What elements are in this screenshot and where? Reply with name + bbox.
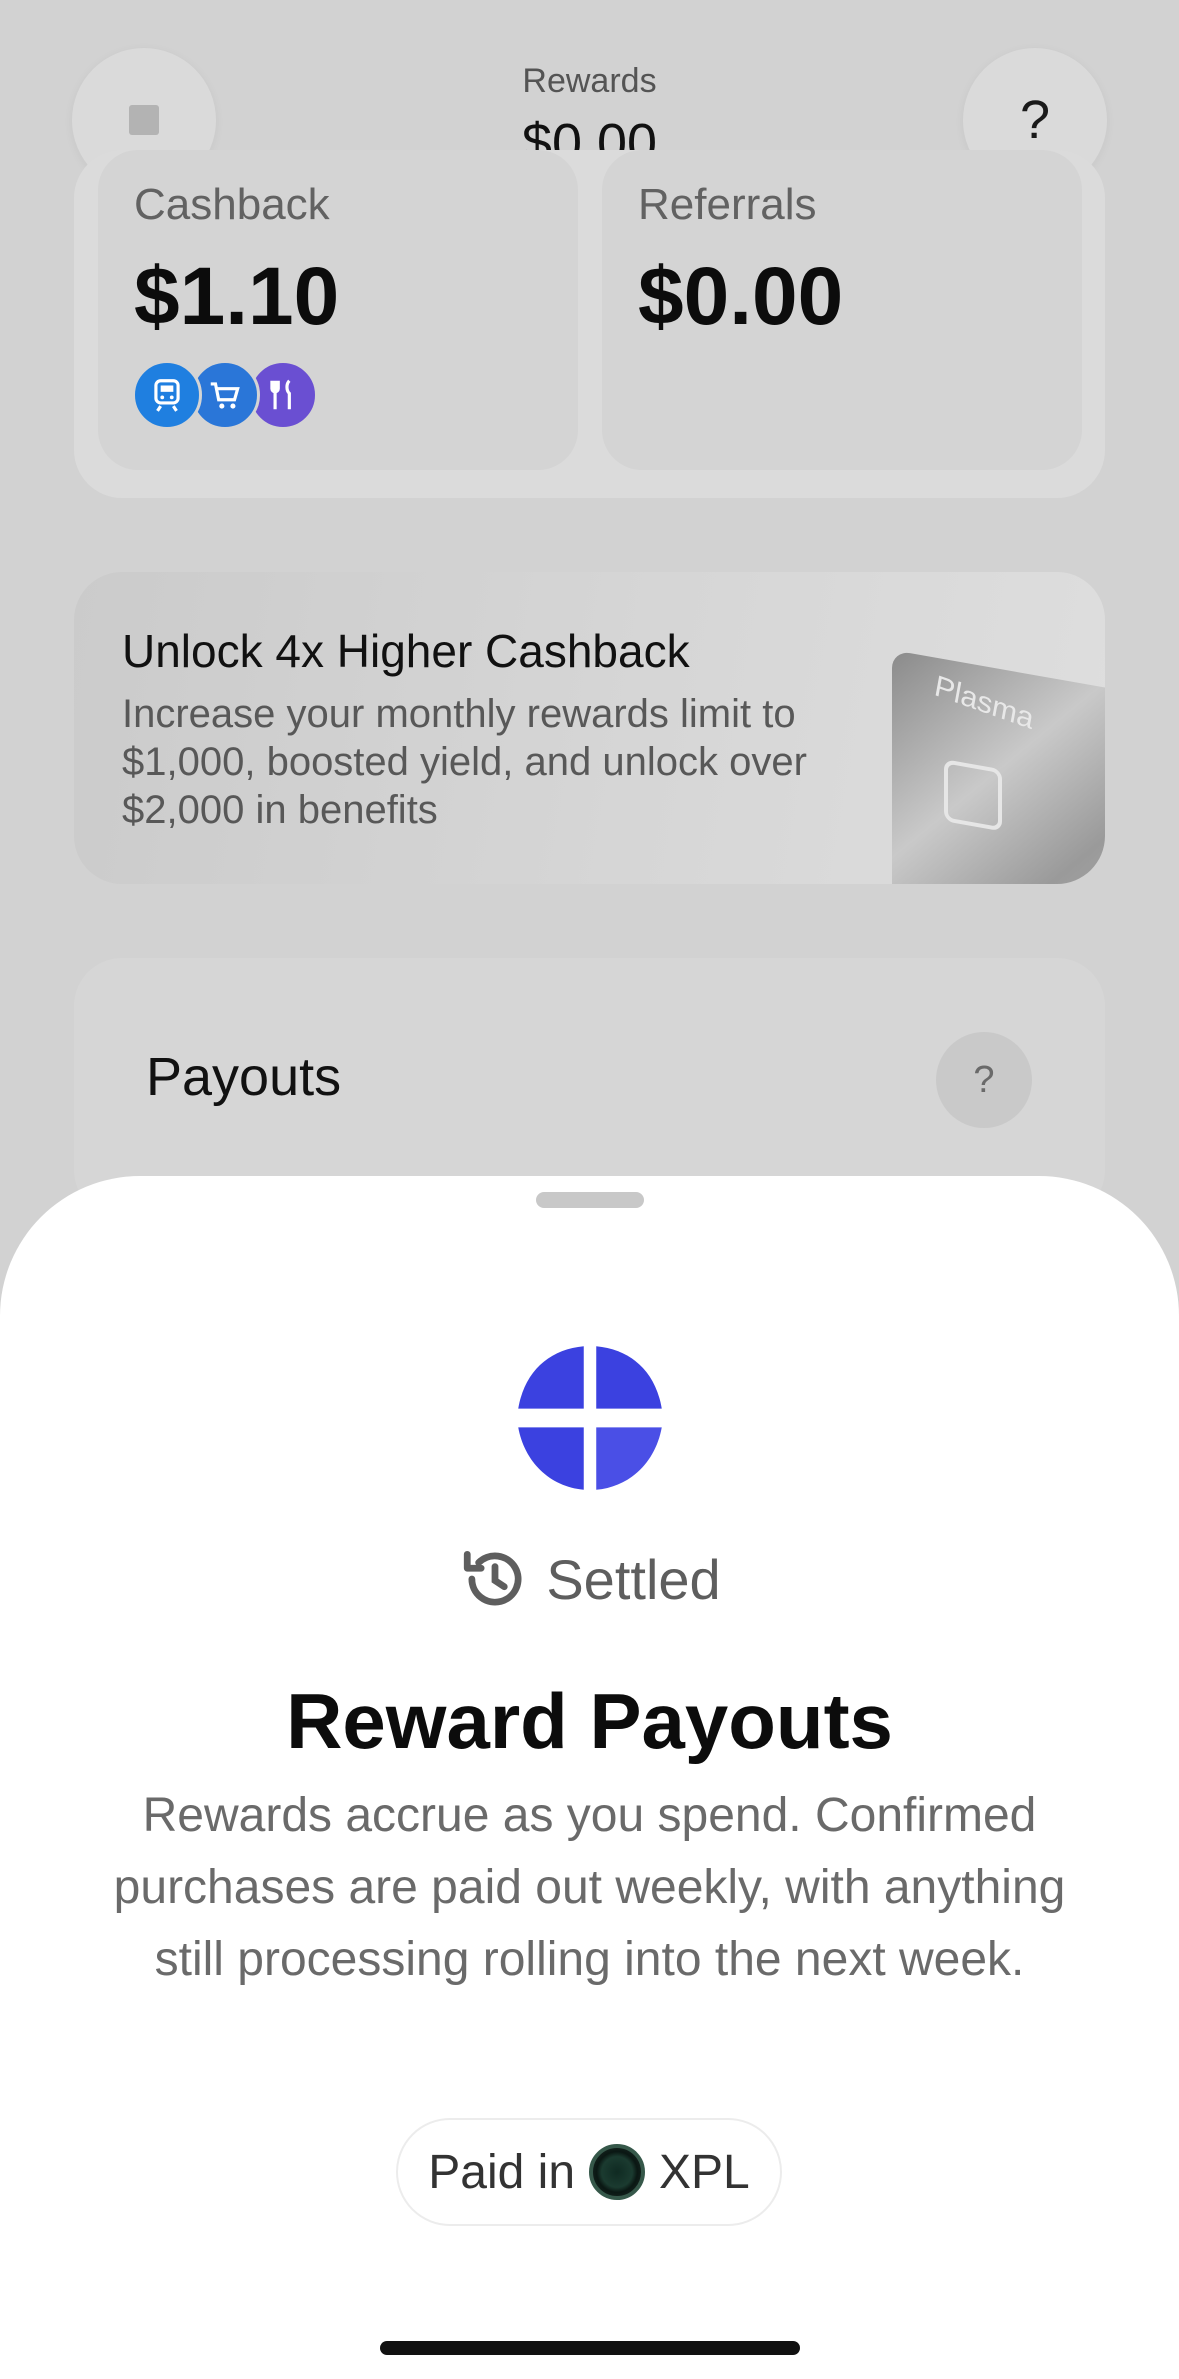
status-label: Settled xyxy=(546,1547,721,1611)
question-icon: ? xyxy=(1019,90,1051,150)
train-icon xyxy=(132,360,202,430)
fork-knife-icon-glyph xyxy=(270,379,291,410)
plasma-card-image: Plasma xyxy=(892,650,1105,884)
paid-in-prefix: Paid in xyxy=(428,2145,576,2199)
card-chip-icon xyxy=(944,759,1002,832)
referrals-label: Referrals xyxy=(638,180,817,229)
train-icon-glyph xyxy=(154,379,180,412)
history-icon xyxy=(464,1550,522,1606)
home-indicator[interactable] xyxy=(380,2341,800,2355)
cashback-label: Cashback xyxy=(134,180,330,229)
token-label: XPL xyxy=(659,2145,750,2199)
reward-payouts-sheet: Settled Reward Payouts Rewards accrue as… xyxy=(0,1176,1179,2379)
upsell-title: Unlock 4x Higher Cashback xyxy=(122,625,690,677)
sheet-title: Reward Payouts xyxy=(286,1677,893,1765)
question-icon: ? xyxy=(973,1058,995,1101)
referrals-value: $0.00 xyxy=(638,251,844,342)
upsell-description: Increase your monthly rewards limit to $… xyxy=(122,692,807,832)
plasma-logo-icon xyxy=(518,1346,662,1490)
card-brand: Plasma xyxy=(931,669,1037,736)
sheet-description: Rewards accrue as you spend. Confirmed p… xyxy=(113,1789,1066,1986)
cashback-value: $1.10 xyxy=(134,251,340,342)
sheet-grabber[interactable] xyxy=(536,1192,644,1208)
upsell-banner[interactable]: Unlock 4x Higher Cashback Increase your … xyxy=(74,572,1105,884)
payouts-help-button[interactable]: ? xyxy=(936,1032,1032,1128)
payouts-title: Payouts xyxy=(146,1047,342,1107)
status-row: Settled xyxy=(0,1542,1179,1616)
cart-icon-glyph xyxy=(210,382,240,409)
xpl-token-icon xyxy=(589,2144,646,2200)
paid-in-badge: Paid in XPL xyxy=(396,2118,782,2226)
